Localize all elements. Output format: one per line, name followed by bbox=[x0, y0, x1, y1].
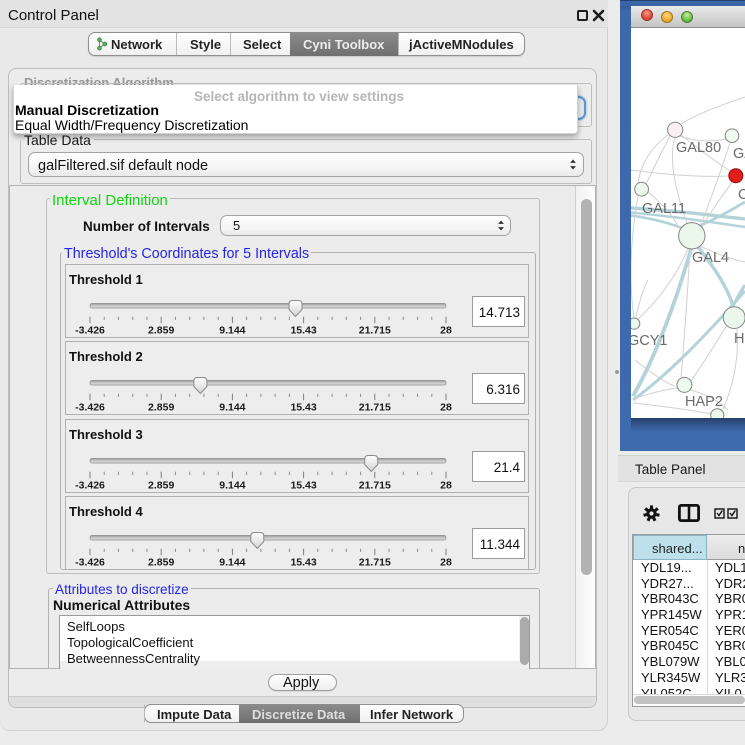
svg-text:15.43: 15.43 bbox=[290, 557, 316, 569]
svg-text:15.43: 15.43 bbox=[290, 480, 316, 492]
svg-text:GA: GA bbox=[733, 146, 745, 162]
svg-text:2.859: 2.859 bbox=[148, 325, 174, 337]
svg-text:2.859: 2.859 bbox=[148, 557, 174, 569]
svg-text:28: 28 bbox=[440, 480, 452, 492]
svg-text:GAL11: GAL11 bbox=[642, 201, 686, 217]
svg-text:9.144: 9.144 bbox=[219, 325, 245, 337]
svg-text:GCY1: GCY1 bbox=[631, 333, 668, 349]
svg-text:GAL4: GAL4 bbox=[692, 250, 729, 266]
svg-text:HAP2: HAP2 bbox=[685, 394, 723, 410]
svg-text:28: 28 bbox=[440, 557, 452, 569]
svg-text:21.715: 21.715 bbox=[359, 557, 391, 569]
svg-text:CR: CR bbox=[738, 187, 745, 203]
svg-text:21.715: 21.715 bbox=[359, 402, 391, 414]
svg-text:15.43: 15.43 bbox=[290, 402, 316, 414]
svg-text:9.144: 9.144 bbox=[219, 402, 245, 414]
svg-text:2.859: 2.859 bbox=[148, 402, 174, 414]
svg-text:2.859: 2.859 bbox=[148, 480, 174, 492]
svg-text:21.715: 21.715 bbox=[359, 325, 391, 337]
svg-text:-3.426: -3.426 bbox=[75, 480, 105, 492]
svg-text:H: H bbox=[734, 331, 744, 347]
svg-text:28: 28 bbox=[440, 402, 452, 414]
svg-text:15.43: 15.43 bbox=[290, 325, 316, 337]
svg-text:-3.426: -3.426 bbox=[75, 402, 105, 414]
svg-text:9.144: 9.144 bbox=[219, 480, 245, 492]
svg-text:21.715: 21.715 bbox=[359, 480, 391, 492]
svg-text:GAL80: GAL80 bbox=[676, 140, 721, 156]
svg-text:9.144: 9.144 bbox=[219, 557, 245, 569]
svg-text:-3.426: -3.426 bbox=[75, 557, 105, 569]
svg-text:-3.426: -3.426 bbox=[75, 325, 105, 337]
svg-text:28: 28 bbox=[440, 325, 452, 337]
